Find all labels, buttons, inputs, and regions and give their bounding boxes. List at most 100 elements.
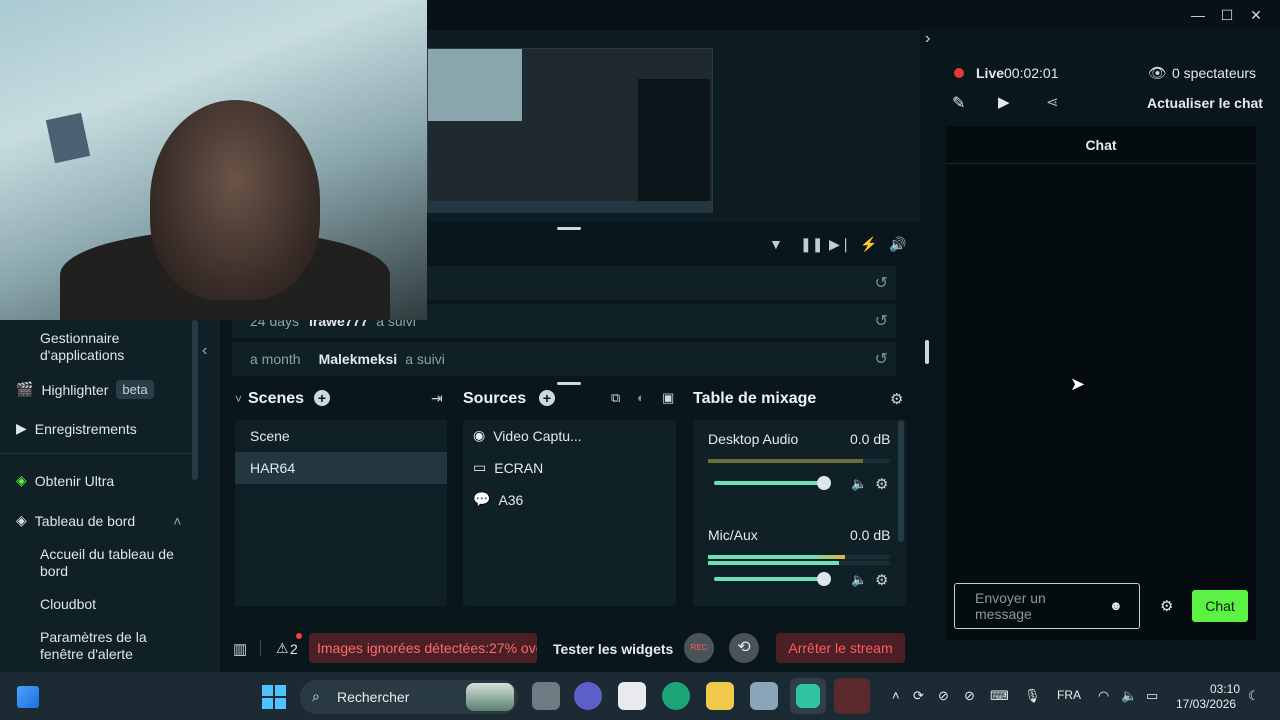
scene-transition-icon[interactable]: ⇥ <box>431 390 443 407</box>
muted-icon[interactable]: ⊘ <box>938 688 949 704</box>
chevron-up-icon: ˄ <box>173 512 182 529</box>
battery-icon[interactable]: ▭ <box>1146 688 1158 704</box>
sidebar-item-ultra[interactable]: ◈ Obtenir Ultra <box>16 472 114 489</box>
beta-badge: beta <box>116 380 154 399</box>
collapse-chevron-icon[interactable]: ˅ <box>235 392 242 406</box>
channel-gear-icon[interactable]: ⚙ <box>875 475 888 493</box>
sidebar-item-highlighter[interactable]: 🎬 Highlighter beta <box>16 380 154 399</box>
keyboard-icon[interactable]: ⌨ <box>990 688 1009 704</box>
windows-start-left-icon[interactable] <box>17 686 39 708</box>
search-icon: ⌕ <box>312 688 320 704</box>
filter-icon[interactable]: ▼ <box>769 236 783 252</box>
eye-icon: 👁 <box>1148 65 1168 82</box>
sidebar-item-app-manager[interactable]: Gestionnaire d'applications <box>40 330 190 364</box>
scene-item[interactable]: Scene <box>235 420 447 452</box>
chat-panel <box>946 126 1256 640</box>
chat-message-input[interactable]: Envoyer un message ☻ <box>954 583 1140 629</box>
speaker-icon[interactable]: 🔈 <box>851 572 867 588</box>
file-explorer-icon[interactable] <box>706 682 734 710</box>
chevron-right-icon[interactable]: › <box>925 30 930 48</box>
sidebar-item-dashboard[interactable]: ◈ Tableau de bord ˄ <box>16 512 181 529</box>
scenes-title: Scenes <box>248 390 305 407</box>
stop-stream-button[interactable]: Arrêter le stream <box>776 633 905 663</box>
language-indicator[interactable]: FRA <box>1057 688 1081 702</box>
audio-level-meter <box>708 555 890 559</box>
chat-settings-gear-icon[interactable]: ⚙ <box>1160 597 1173 615</box>
minimize-button[interactable]: — <box>1188 6 1208 24</box>
teams-icon[interactable] <box>574 682 602 710</box>
app-icon[interactable] <box>750 682 778 710</box>
live-label: Live <box>976 65 1005 81</box>
skip-icon[interactable]: ▶❘ <box>829 236 852 253</box>
notification-dot <box>296 633 302 639</box>
scene-item-selected[interactable]: HAR64 <box>235 452 447 484</box>
volume-slider[interactable] <box>714 577 824 581</box>
sync-icon[interactable]: ⟳ <box>913 688 924 704</box>
pause-icon[interactable]: ❚❚ <box>800 236 823 253</box>
stats-chart-icon[interactable]: ▥ <box>233 640 247 658</box>
clock-date[interactable]: 17/03/2026 <box>1176 697 1236 711</box>
tray-chevron-icon[interactable]: ˄ <box>892 688 900 703</box>
search-highlight-image <box>466 683 514 711</box>
source-visibility-icon[interactable]: ◐ <box>637 390 645 405</box>
add-scene-icon[interactable]: + <box>314 390 330 406</box>
mixer-channel-db: 0.0 dB <box>850 527 891 543</box>
chat-send-button[interactable]: Chat <box>1192 590 1248 622</box>
camera-icon[interactable]: ▶ <box>998 93 1010 111</box>
speaker-tray-icon[interactable]: 🔈 <box>1121 688 1137 704</box>
app-icon[interactable] <box>834 678 870 714</box>
share-icon[interactable]: ⋖ <box>1046 93 1059 111</box>
sidebar-item-recordings[interactable]: ▶ Enregistrements <box>16 420 137 437</box>
alerts-count: 2 <box>290 641 298 657</box>
vertical-resize-handle[interactable] <box>925 340 929 364</box>
dropped-frames-warning[interactable]: Images ignorées détectées:27% ove <box>309 633 537 663</box>
chevron-left-icon[interactable]: ‹ <box>202 342 207 360</box>
mixer-scrollbar[interactable] <box>898 420 904 542</box>
alert-triangle-icon[interactable]: ⚠ <box>276 640 289 657</box>
edit-pencil-icon[interactable]: ✎ <box>952 93 965 113</box>
source-item[interactable]: ▭ ECRAN <box>473 459 543 476</box>
microphone-icon[interactable]: 🎙 <box>1024 688 1041 704</box>
sidebar-item-cloudbot[interactable]: Cloudbot <box>40 596 190 613</box>
sidebar-item-alert-settings[interactable]: Paramètres de la fenêtre d'alerte <box>40 629 190 663</box>
add-folder-icon[interactable]: ▣ <box>662 390 674 406</box>
volume-slider-knob[interactable] <box>817 572 831 586</box>
maximize-button[interactable]: ☐ <box>1217 6 1237 24</box>
source-item[interactable]: 💬 A36 <box>473 491 523 508</box>
refresh-chat-button[interactable]: Actualiser le chat <box>1147 95 1263 111</box>
task-view-icon[interactable] <box>532 682 560 710</box>
test-widgets-button[interactable]: Tester les widgets <box>553 641 673 657</box>
sidebar-scrollbar[interactable] <box>192 320 198 480</box>
volume-slider-knob[interactable] <box>817 476 831 490</box>
edge-icon[interactable] <box>662 682 690 710</box>
dock-resize-handle[interactable] <box>557 382 581 385</box>
volume-slider[interactable] <box>714 481 824 485</box>
streamlabs-taskbar-icon[interactable] <box>790 678 826 714</box>
sidebar-item-dashboard-home[interactable]: Accueil du tableau de bord <box>40 546 190 580</box>
speaker-icon[interactable]: 🔈 <box>851 476 867 492</box>
replay-buffer-icon[interactable]: ⟲ <box>729 633 759 663</box>
source-settings-icon[interactable]: ⧉ <box>611 390 620 406</box>
clapperboard-icon: 🎬 <box>16 381 34 397</box>
replay-icon[interactable]: ↺ <box>875 349 888 369</box>
close-button[interactable]: ✕ <box>1246 6 1266 24</box>
add-source-icon[interactable]: + <box>539 390 555 406</box>
taskbar-search-box[interactable]: ⌕ Rechercher <box>300 680 518 714</box>
mute-notifications-icon[interactable]: ⚡ <box>860 236 877 253</box>
emoji-icon[interactable]: ☻ <box>1109 598 1123 613</box>
mixer-gear-icon[interactable]: ⚙ <box>890 390 903 408</box>
chat-bubbles-icon: 💬 <box>473 491 491 507</box>
preview-resize-handle[interactable] <box>557 227 581 230</box>
start-button[interactable] <box>262 685 286 709</box>
channel-gear-icon[interactable]: ⚙ <box>875 571 888 589</box>
volume-icon[interactable]: 🔊 <box>889 236 906 253</box>
source-item[interactable]: ◉ Video Captu... <box>473 427 582 444</box>
record-button[interactable]: REC <box>684 633 714 663</box>
muted-icon[interactable]: ⊘ <box>964 688 975 704</box>
wifi-icon[interactable]: ◠ <box>1098 688 1109 704</box>
moon-icon[interactable]: ☾ <box>1248 688 1260 704</box>
clock-time[interactable]: 03:10 <box>1210 682 1240 696</box>
replay-icon[interactable]: ↺ <box>875 273 888 293</box>
store-icon[interactable] <box>618 682 646 710</box>
replay-icon[interactable]: ↺ <box>875 311 888 331</box>
